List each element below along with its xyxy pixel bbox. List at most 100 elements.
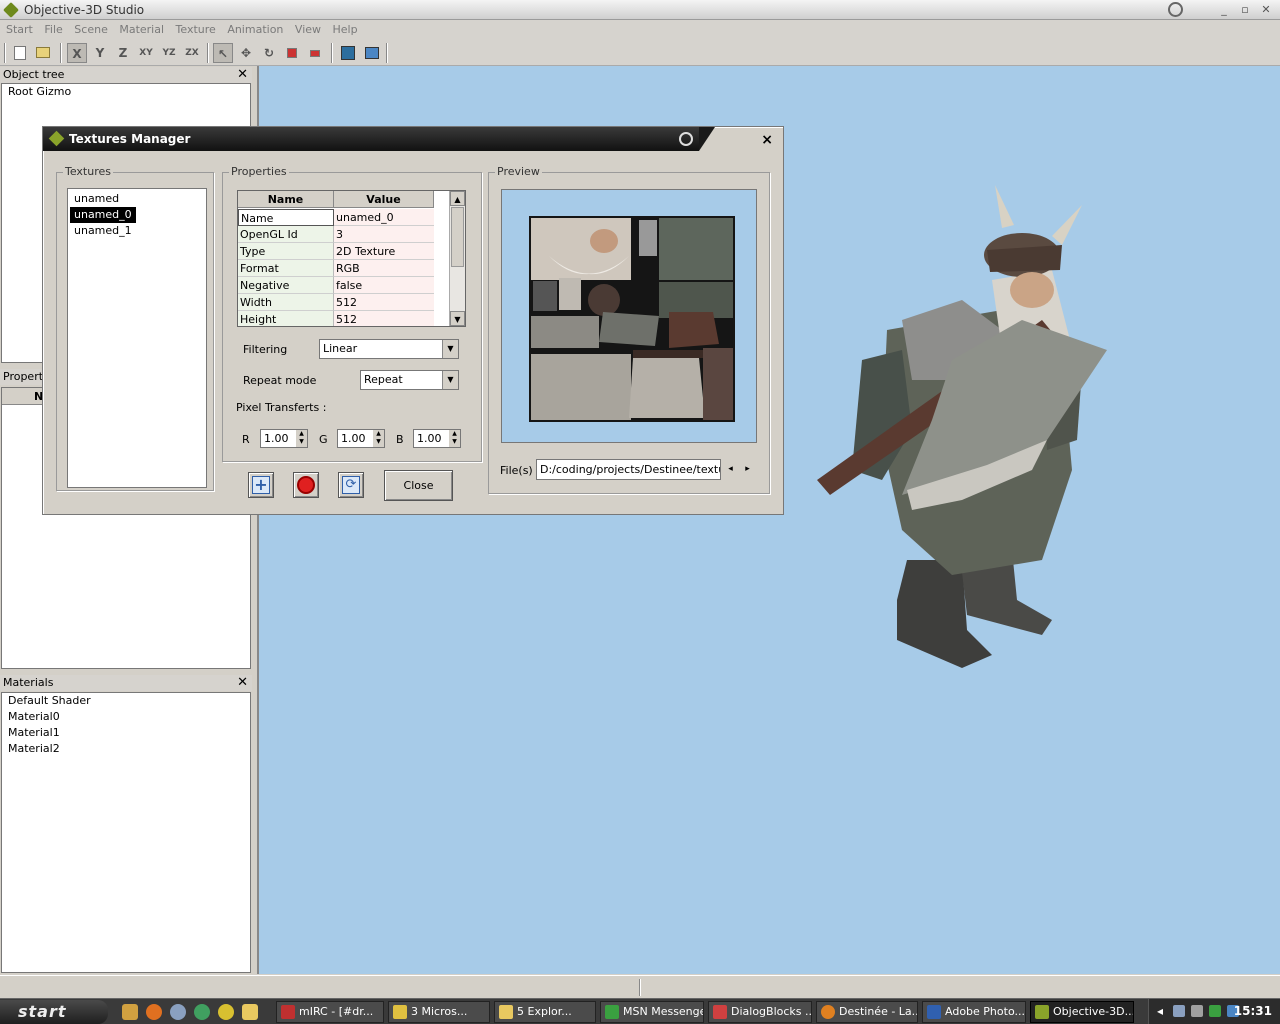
materials-list[interactable]: Default Shader Material0 Material1 Mater… [1, 692, 251, 973]
g-spinner[interactable]: 1.00 ▲ ▼ [337, 429, 385, 448]
material-item[interactable]: Material2 [2, 741, 250, 757]
textures-list[interactable]: unamed unamed_0 unamed_1 [67, 188, 207, 488]
minimize-icon[interactable]: _ [1216, 2, 1232, 18]
quicklaunch-icon[interactable] [242, 1004, 258, 1020]
material-item[interactable]: Material0 [2, 709, 250, 725]
taskbar-item-destinee[interactable]: Destinée - La... [816, 1001, 918, 1023]
texture-manager-icon[interactable] [338, 43, 358, 63]
prop-name-cell[interactable]: Width [238, 294, 334, 311]
tray-icon[interactable] [1173, 1005, 1185, 1017]
thunderbird-icon[interactable] [170, 1004, 186, 1020]
material-item[interactable]: Material1 [2, 725, 250, 741]
prop-name-cell[interactable]: Name [238, 209, 334, 226]
taskbar-item-explorer[interactable]: 5 Explor... [494, 1001, 596, 1023]
remove-texture-button[interactable] [293, 472, 319, 498]
pin-icon[interactable] [679, 132, 693, 146]
grid-header-value[interactable]: Value [334, 191, 434, 208]
menu-view[interactable]: View [291, 20, 325, 39]
chevron-left-icon[interactable]: ◂ [723, 460, 738, 479]
chevron-down-icon[interactable]: ▼ [442, 371, 458, 389]
axis-y-button[interactable]: Y [90, 43, 110, 63]
reload-texture-button[interactable]: ⟳ [338, 472, 364, 498]
taskbar-item-microsoft[interactable]: 3 Micros... [388, 1001, 490, 1023]
prop-name-cell[interactable]: Height [238, 311, 334, 326]
menu-texture[interactable]: Texture [172, 20, 220, 39]
grid-scrollbar[interactable]: ▲ ▼ [449, 191, 465, 326]
scroll-down-icon[interactable]: ▼ [450, 311, 465, 326]
tree-item-root-gizmo[interactable]: Root Gizmo [2, 84, 250, 100]
properties-grid[interactable]: Name Value Name unamed_0 OpenGL Id 3 Typ… [237, 190, 466, 327]
prop-value-cell[interactable]: 2D Texture [334, 243, 434, 260]
scale-icon[interactable] [282, 43, 302, 63]
volume-icon[interactable] [1191, 1005, 1203, 1017]
material-manager-icon[interactable] [362, 43, 382, 63]
quicklaunch-icon[interactable] [122, 1004, 138, 1020]
close-icon[interactable]: ✕ [237, 67, 248, 83]
texture-item[interactable]: unamed_1 [70, 223, 204, 239]
add-texture-button[interactable]: + [248, 472, 274, 498]
menu-help[interactable]: Help [329, 20, 362, 39]
prop-name-cell[interactable]: Type [238, 243, 334, 260]
file-path-field[interactable]: D:/coding/projects/Destinee/texture [536, 459, 721, 480]
menu-scene[interactable]: Scene [70, 20, 112, 39]
prop-value-cell[interactable]: false [334, 277, 434, 294]
open-folder-icon[interactable] [33, 43, 53, 63]
r-spinner[interactable]: 1.00 ▲ ▼ [260, 429, 308, 448]
prop-name-cell[interactable]: Negative [238, 277, 334, 294]
texture-item-selected[interactable]: unamed_0 [70, 207, 136, 223]
chevron-down-icon[interactable]: ▼ [442, 340, 458, 358]
rotate-icon[interactable]: ↻ [259, 43, 279, 63]
repeat-mode-select[interactable]: Repeat ▼ [360, 370, 459, 390]
menu-file[interactable]: File [40, 20, 66, 39]
quicklaunch-icon[interactable] [218, 1004, 234, 1020]
menu-animation[interactable]: Animation [223, 20, 287, 39]
prop-value-cell[interactable]: 512 [334, 294, 434, 311]
firefox-icon[interactable] [146, 1004, 162, 1020]
prop-name-cell[interactable]: OpenGL Id [238, 226, 334, 243]
filtering-select[interactable]: Linear ▼ [319, 339, 459, 359]
texture-item[interactable]: unamed [70, 191, 204, 207]
prop-value-cell[interactable]: 3 [334, 226, 434, 243]
grid-header-name[interactable]: Name [238, 191, 334, 208]
word-icon [393, 1005, 407, 1019]
menu-start[interactable]: Start [2, 20, 37, 39]
select-arrow-icon[interactable]: ↖ [213, 43, 233, 63]
close-icon[interactable]: ✕ [237, 675, 248, 691]
network-icon[interactable] [1209, 1005, 1221, 1017]
prop-value-cell[interactable]: RGB [334, 260, 434, 277]
b-spinner[interactable]: 1.00 ▲ ▼ [413, 429, 461, 448]
scroll-up-icon[interactable]: ▲ [450, 191, 465, 206]
menu-material[interactable]: Material [115, 20, 168, 39]
scale-uniform-icon[interactable] [305, 43, 325, 63]
chevron-right-icon[interactable]: ▸ [740, 460, 755, 479]
taskbar-item-photoshop[interactable]: Adobe Photo... [922, 1001, 1026, 1023]
plane-zx-button[interactable]: ZX [182, 43, 202, 63]
new-file-icon[interactable] [10, 43, 30, 63]
prop-value-cell[interactable]: 512 [334, 311, 434, 326]
taskbar-item-dialogblocks[interactable]: DialogBlocks ... [708, 1001, 812, 1023]
prop-value-cell[interactable]: unamed_0 [334, 209, 434, 226]
axis-x-button[interactable]: X [67, 43, 87, 63]
start-button[interactable]: start [0, 1000, 108, 1024]
plane-yz-button[interactable]: YZ [159, 43, 179, 63]
quicklaunch-icon[interactable] [194, 1004, 210, 1020]
taskbar-item-msn[interactable]: MSN Messenger [600, 1001, 704, 1023]
preview-group-label: Preview [495, 165, 542, 178]
close-button[interactable]: Close [384, 470, 453, 501]
taskbar-item-objective3d[interactable]: Objective-3D... [1030, 1001, 1134, 1023]
material-item[interactable]: Default Shader [2, 693, 250, 709]
close-icon[interactable]: ✕ [1258, 2, 1274, 18]
taskbar-item-mirc[interactable]: mIRC - [#dr... [276, 1001, 384, 1023]
spin-arrows-icon[interactable]: ▲ ▼ [449, 430, 460, 447]
axis-z-button[interactable]: Z [113, 43, 133, 63]
spin-arrows-icon[interactable]: ▲ ▼ [296, 430, 307, 447]
prop-name-cell[interactable]: Format [238, 260, 334, 277]
spin-arrows-icon[interactable]: ▲ ▼ [373, 430, 384, 447]
restore-icon[interactable]: ▫ [1237, 2, 1253, 18]
plane-xy-button[interactable]: XY [136, 43, 156, 63]
move-icon[interactable]: ✥ [236, 43, 256, 63]
scroll-thumb[interactable] [451, 207, 464, 267]
dialog-close-button[interactable]: × [761, 132, 773, 148]
pin-icon[interactable] [1168, 2, 1183, 17]
chevron-left-icon[interactable]: ◂ [1157, 1004, 1163, 1018]
